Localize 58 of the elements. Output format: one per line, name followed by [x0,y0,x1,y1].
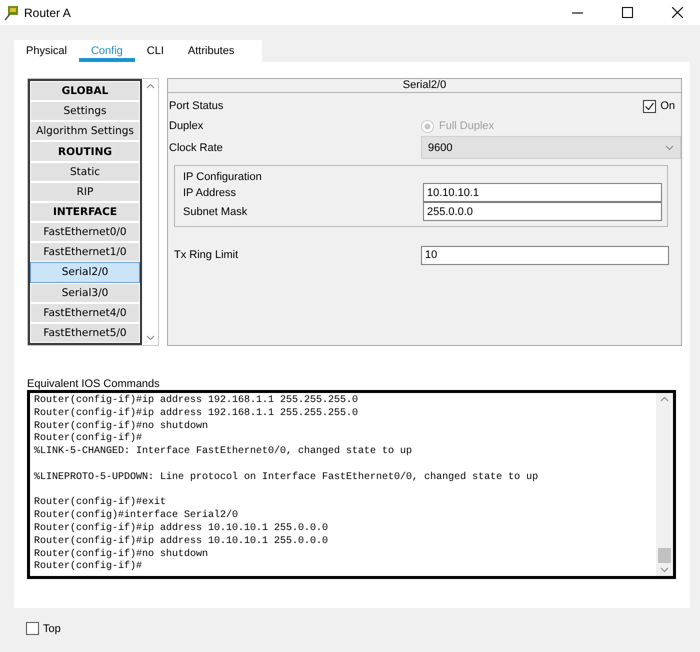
group-title: IP Configuration [183,171,262,183]
panel-title: Serial2/0 [168,79,681,93]
sidebar-item[interactable]: RIP [30,182,140,202]
section-label: Equivalent IOS Commands [27,378,161,390]
checkbox[interactable] [643,100,656,112]
console-line: Router(config-if)#ip address 10.10.10.1 255.0.0.0 [34,522,328,534]
radio-dot-icon [424,122,431,130]
checkbox[interactable] [26,622,39,635]
console-line: Router(config-if)#no shutdown [34,420,208,432]
console-line: Router(config-if)#no shutdown [34,548,208,560]
console-line: Router(config-if)#ip address 192.168.1.1 255.255.255.0 [34,408,358,419]
field-label: Port Status [169,100,224,112]
section-header[interactable]: ROUTING [30,141,140,162]
field-label: Tx Ring Limit [174,249,238,261]
input-field[interactable]: 10 [421,246,669,264]
clock-rate-dropdown[interactable]: 9600 [421,136,681,159]
input-field[interactable]: 255.0.0.0 [423,202,662,221]
scroll-down-icon[interactable] [146,335,154,341]
sidebar-item[interactable]: FastEthernet0/0 [30,222,140,242]
field-label: IP Address [183,186,236,198]
field-label: Subnet Mask [183,206,248,218]
window-title: Router A [24,6,72,20]
sidebar-item[interactable]: Serial3/0 [30,282,140,303]
sidebar-item[interactable]: FastEthernet4/0 [30,302,140,323]
sidebar-item[interactable]: Static [30,162,140,182]
console-line: %LINEPROTO-5-UPDOWN: Line protocol on Interface FastEthernet0/0, changed state to up [34,472,538,483]
sidebar-item[interactable]: FastEthernet1/0 [30,242,140,262]
tab[interactable]: Physical [14,40,79,62]
field-label: Duplex [169,120,204,132]
console-line: Router(config)#interface Serial2/0 [34,510,238,522]
checkbox-label: On [660,100,675,112]
tab[interactable]: CLI [134,40,176,62]
sidebar-item[interactable]: Settings [30,101,140,122]
check-icon [644,100,656,112]
scrollbar-thumb[interactable] [658,548,671,563]
radio-label: Full Duplex [439,120,494,132]
scroll-up-icon[interactable] [660,396,669,402]
sidebar-item[interactable]: FastEthernet5/0 [30,322,140,344]
sidebar-item[interactable]: Algorithm Settings [30,121,140,142]
field-label: Clock Rate [169,142,223,154]
checkbox-label: Top [43,622,61,634]
console-line: Router(config-if)#ip address 192.168.1.1 255.255.255.0 [34,395,358,406]
section-header[interactable]: INTERFACE [30,202,140,222]
section-header[interactable]: GLOBAL [30,81,140,102]
chevron-down-icon[interactable] [665,144,674,150]
router-icon [4,4,20,20]
console-line: Router(config-if)# [34,561,142,572]
scroll-down-icon[interactable] [660,567,669,573]
console-line: Router(config-if)#ip address 10.10.10.1 255.0.0.0 [34,536,328,547]
scroll-up-icon[interactable] [146,83,154,89]
input-field[interactable]: 10.10.10.1 [423,183,662,202]
console-line: Router(config-if)#exit [34,497,166,508]
console-line: %LINK-5-CHANGED: Interface FastEthernet0/0, changed state to up [34,446,412,458]
tab[interactable]: Attributes [176,40,246,62]
maximize-icon [622,7,632,18]
console-line: Router(config-if)# [34,433,142,444]
close-icon [672,7,682,18]
sidebar-item[interactable]: Serial2/0 [30,262,140,283]
